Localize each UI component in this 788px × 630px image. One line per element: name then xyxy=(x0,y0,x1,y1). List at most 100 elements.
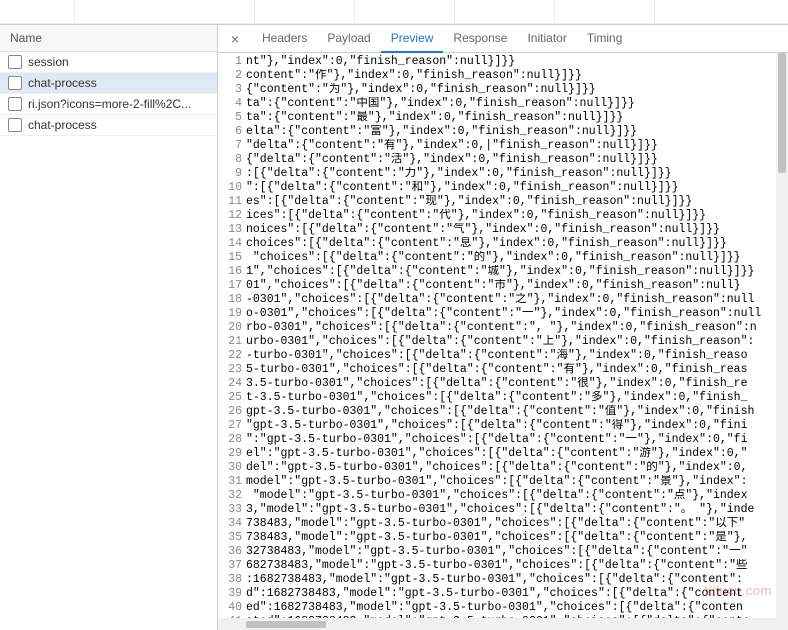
request-item[interactable]: chat-process xyxy=(0,115,217,136)
file-icon xyxy=(8,118,22,132)
code-line[interactable]: "model":"gpt-3.5-turbo-0301","choices":[… xyxy=(246,489,776,503)
code-line[interactable]: gpt-3.5-turbo-0301","choices":[{"delta":… xyxy=(246,405,776,419)
request-label: chat-process xyxy=(28,118,97,132)
line-number: 27 xyxy=(218,419,242,433)
line-number: 36 xyxy=(218,545,242,559)
code-line[interactable]: d":1682738483,"model":"gpt-3.5-turbo-030… xyxy=(246,587,776,601)
tab-response[interactable]: Response xyxy=(443,25,517,52)
code-line[interactable]: -turbo-0301","choices":[{"delta":{"conte… xyxy=(246,349,776,363)
line-number: 9 xyxy=(218,167,242,181)
code-line[interactable]: o-0301","choices":[{"delta":{"content":"… xyxy=(246,307,776,321)
request-item[interactable]: ri.json?icons=more-2-fill%2C... xyxy=(0,94,217,115)
request-item[interactable]: session xyxy=(0,52,217,73)
code-line[interactable]: -0301","choices":[{"delta":{"content":"之… xyxy=(246,293,776,307)
code-line[interactable]: 1","choices":[{"delta":{"content":"城"},"… xyxy=(246,265,776,279)
line-number: 29 xyxy=(218,447,242,461)
code-line[interactable]: es":[{"delta":{"content":"现"},"index":0,… xyxy=(246,195,776,209)
close-icon[interactable]: × xyxy=(226,30,244,48)
code-line[interactable]: ":[{"delta":{"content":"和"},"index":0,"f… xyxy=(246,181,776,195)
file-icon xyxy=(8,76,22,90)
vertical-scrollbar[interactable] xyxy=(776,53,788,618)
horizontal-scrollbar-thumb[interactable] xyxy=(246,621,326,628)
line-number: 25 xyxy=(218,391,242,405)
line-number: 19 xyxy=(218,307,242,321)
code-line[interactable]: "choices":[{"delta":{"content":"的"},"ind… xyxy=(246,251,776,265)
code-line[interactable]: elta":{"content":"富"},"index":0,"finish_… xyxy=(246,125,776,139)
file-icon xyxy=(8,97,22,111)
line-number: 2 xyxy=(218,69,242,83)
code-line[interactable]: "gpt-3.5-turbo-0301","choices":[{"delta"… xyxy=(246,419,776,433)
code-line[interactable]: 682738483,"model":"gpt-3.5-turbo-0301","… xyxy=(246,559,776,573)
request-list: sessionchat-processri.json?icons=more-2-… xyxy=(0,52,217,630)
line-number: 4 xyxy=(218,97,242,111)
tab-initiator[interactable]: Initiator xyxy=(517,25,576,52)
code-line[interactable]: ed":1682738483,"model":"gpt-3.5-turbo-03… xyxy=(246,601,776,615)
code-line[interactable]: model":"gpt-3.5-turbo-0301","choices":[{… xyxy=(246,475,776,489)
line-number: 30 xyxy=(218,461,242,475)
tabs-bar: × HeadersPayloadPreviewResponseInitiator… xyxy=(218,25,788,53)
code-content[interactable]: nt"},"index":0,"finish_reason":null}]}}c… xyxy=(246,53,776,618)
code-line[interactable]: "delta":{"content":"有"},"index":0,|"fini… xyxy=(246,139,776,153)
line-number: 1 xyxy=(218,55,242,69)
line-number: 16 xyxy=(218,265,242,279)
line-number: 24 xyxy=(218,377,242,391)
code-line[interactable]: 3,"model":"gpt-3.5-turbo-0301","choices"… xyxy=(246,503,776,517)
line-number: 13 xyxy=(218,223,242,237)
line-number: 26 xyxy=(218,405,242,419)
code-line[interactable]: 738483,"model":"gpt-3.5-turbo-0301","cho… xyxy=(246,517,776,531)
code-line[interactable]: ":"gpt-3.5-turbo-0301","choices":[{"delt… xyxy=(246,433,776,447)
code-line[interactable]: 3.5-turbo-0301","choices":[{"delta":{"co… xyxy=(246,377,776,391)
top-ruler xyxy=(0,0,788,24)
line-number: 14 xyxy=(218,237,242,251)
code-line[interactable]: t-3.5-turbo-0301","choices":[{"delta":{"… xyxy=(246,391,776,405)
request-label: ri.json?icons=more-2-fill%2C... xyxy=(28,97,191,111)
line-number: 21 xyxy=(218,335,242,349)
line-number: 40 xyxy=(218,601,242,615)
tab-timing[interactable]: Timing xyxy=(577,25,633,52)
code-line[interactable]: del":"gpt-3.5-turbo-0301","choices":[{"d… xyxy=(246,461,776,475)
vertical-scrollbar-thumb[interactable] xyxy=(778,53,786,173)
code-line[interactable]: content":"作"},"index":0,"finish_reason":… xyxy=(246,69,776,83)
code-line[interactable]: 738483,"model":"gpt-3.5-turbo-0301","cho… xyxy=(246,531,776,545)
code-line[interactable]: {"delta":{"content":"活"},"index":0,"fini… xyxy=(246,153,776,167)
code-line[interactable]: el":"gpt-3.5-turbo-0301","choices":[{"de… xyxy=(246,447,776,461)
code-line[interactable]: 32738483,"model":"gpt-3.5-turbo-0301","c… xyxy=(246,545,776,559)
preview-code-area[interactable]: 1234567891011121314151617181920212223242… xyxy=(218,53,788,618)
code-line[interactable]: noices":[{"delta":{"content":"气"},"index… xyxy=(246,223,776,237)
line-number: 39 xyxy=(218,587,242,601)
line-number: 23 xyxy=(218,363,242,377)
code-line[interactable]: :[{"delta":{"content":"力"},"index":0,"fi… xyxy=(246,167,776,181)
file-icon xyxy=(8,55,22,69)
line-number: 10 xyxy=(218,181,242,195)
code-line[interactable]: choices":[{"delta":{"content":"息"},"inde… xyxy=(246,237,776,251)
code-line[interactable]: ta":{"content":"中国"},"index":0,"finish_r… xyxy=(246,97,776,111)
line-number: 5 xyxy=(218,111,242,125)
line-number: 35 xyxy=(218,531,242,545)
code-line[interactable]: rbo-0301","choices":[{"delta":{"content"… xyxy=(246,321,776,335)
code-line[interactable]: ices":[{"delta":{"content":"代"},"index":… xyxy=(246,209,776,223)
line-number: 3 xyxy=(218,83,242,97)
code-line[interactable]: nt"},"index":0,"finish_reason":null}]}} xyxy=(246,55,776,69)
line-number: 6 xyxy=(218,125,242,139)
line-number: 33 xyxy=(218,503,242,517)
code-line[interactable]: 01","choices":[{"delta":{"content":"市"},… xyxy=(246,279,776,293)
line-number: 20 xyxy=(218,321,242,335)
code-line[interactable]: {"content":"为"},"index":0,"finish_reason… xyxy=(246,83,776,97)
code-line[interactable]: ta":{"content":"最"},"index":0,"finish_re… xyxy=(246,111,776,125)
tab-headers[interactable]: Headers xyxy=(252,25,317,52)
tab-payload[interactable]: Payload xyxy=(317,25,380,52)
line-number: 32 xyxy=(218,489,242,503)
line-number: 11 xyxy=(218,195,242,209)
code-line[interactable]: urbo-0301","choices":[{"delta":{"content… xyxy=(246,335,776,349)
code-line[interactable]: 5-turbo-0301","choices":[{"delta":{"cont… xyxy=(246,363,776,377)
line-number: 7 xyxy=(218,139,242,153)
line-gutter: 1234567891011121314151617181920212223242… xyxy=(218,53,246,618)
code-line[interactable]: :1682738483,"model":"gpt-3.5-turbo-0301"… xyxy=(246,573,776,587)
tab-preview[interactable]: Preview xyxy=(381,25,444,53)
line-number: 15 xyxy=(218,251,242,265)
line-number: 38 xyxy=(218,573,242,587)
horizontal-scrollbar[interactable] xyxy=(218,618,788,630)
line-number: 22 xyxy=(218,349,242,363)
request-item[interactable]: chat-process xyxy=(0,73,217,94)
line-number: 8 xyxy=(218,153,242,167)
